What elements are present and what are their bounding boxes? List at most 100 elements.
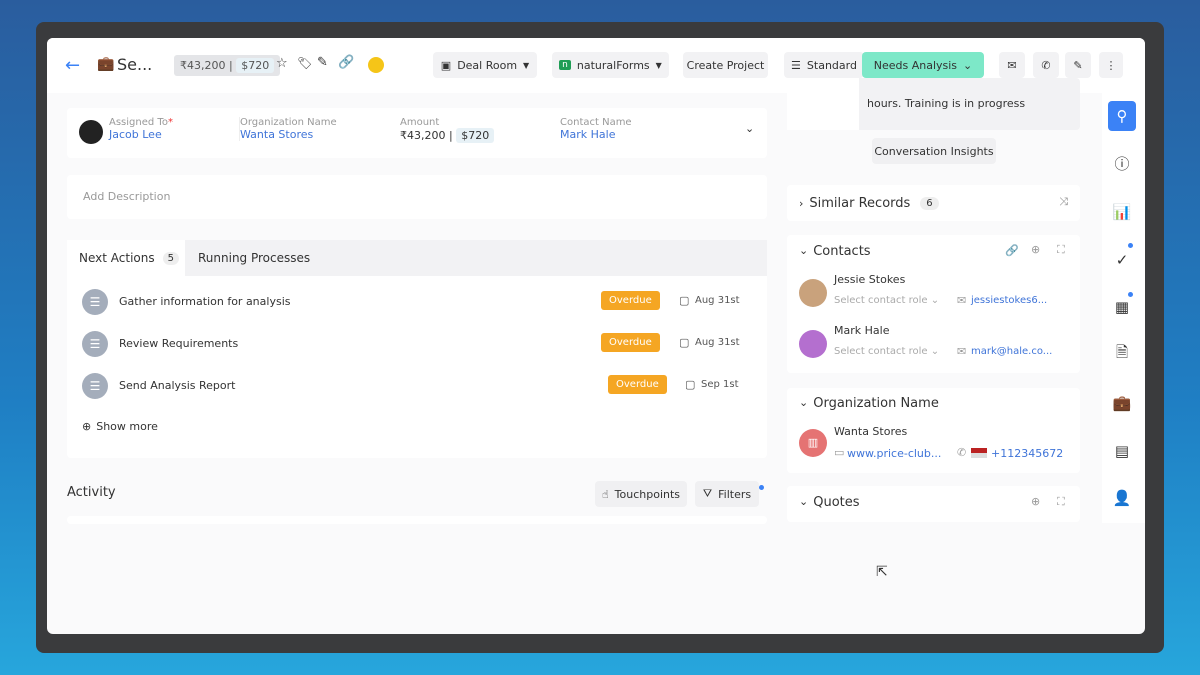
contact-link[interactable]: Mark Hale (560, 128, 632, 141)
similar-records-section[interactable]: › Similar Records 6 ⤨ (787, 185, 1080, 221)
calendar-dot (1128, 292, 1133, 297)
star-icon[interactable]: ☆ (276, 56, 288, 71)
amount-badge: ₹43,200 | $720 (174, 55, 281, 76)
status-badge: Overdue (601, 333, 660, 352)
rail-document-icon[interactable]: 🗎 (1108, 339, 1136, 369)
more-vertical-icon: ⋮ (1105, 58, 1117, 72)
rail-analytics-icon[interactable]: 📊 (1108, 197, 1136, 227)
action-title: Gather information for analysis (119, 295, 291, 308)
filter-indicator-dot (759, 485, 764, 490)
edit-icon[interactable]: ✎ (317, 55, 328, 70)
deal-page: ← 💼 Se... ₹43,200 | $720 ☆ 🏷 ✎ 🔗 ▣ Deal R… (47, 38, 1145, 634)
mail-icon: ✉ (957, 294, 967, 307)
insight-image (787, 78, 859, 130)
rail-user-check-icon[interactable]: 👤 (1108, 483, 1136, 513)
phone-icon: ✆ (957, 446, 967, 459)
status-badge: Overdue (601, 291, 660, 310)
mail-icon: ✉ (1007, 58, 1017, 72)
filters-button[interactable]: ⛛ Filters (695, 481, 759, 507)
deal-title: Se... (117, 55, 153, 74)
pipeline-button[interactable]: ☰ Standard (784, 52, 864, 78)
rail-invoice-icon[interactable]: ▤ (1108, 436, 1136, 466)
contact-role-select[interactable]: Select contact role ⌄ (834, 295, 939, 306)
mail-icon: ✉ (957, 345, 967, 358)
expand-icon[interactable]: ⛶ (1057, 495, 1065, 509)
organization-section: ⌄ Organization Name ▥ Wanta Stores ▭ www.… (787, 388, 1080, 473)
stage-button[interactable]: Needs Analysis ⌄ (862, 52, 984, 78)
rail-location-icon[interactable]: ⚲ (1108, 101, 1136, 131)
activity-list (67, 516, 767, 524)
tab-next-actions[interactable]: Next Actions 5 (67, 240, 185, 276)
side-rail: ⚲ ⓘ 📊 ✓ ▦ 🗎 💼 ▤ 👤 (1102, 93, 1145, 523)
chevron-down-icon[interactable]: ⌄ (799, 495, 808, 510)
rail-tasks-icon[interactable]: ✓ (1108, 245, 1136, 275)
building-icon: ▥ (799, 429, 827, 457)
deal-icon: 💼 (97, 56, 115, 72)
tag-icon[interactable]: 🏷 (297, 56, 312, 70)
contact-email-link[interactable]: mark@hale.co... (971, 346, 1052, 357)
natural-forms-button[interactable]: n naturalForms ▼ (552, 52, 669, 78)
chevron-down-icon[interactable]: ⌄ (799, 244, 808, 259)
email-button[interactable]: ✉ (999, 52, 1025, 78)
org-phone-link[interactable]: +112345672 (991, 447, 1063, 460)
insight-card: hours. Training is in progress (787, 78, 1080, 130)
action-row[interactable]: ☰ Gather information for analysis Overdu… (67, 282, 767, 322)
activity-title: Activity (67, 485, 116, 500)
org-field: Organization Name Wanta Stores (239, 117, 337, 141)
contact-item: Mark Hale Select contact role ⌄ ✉ mark@h… (787, 322, 1080, 368)
briefcase-icon: ▣ (440, 58, 452, 72)
link-icon[interactable]: 🔗 (338, 55, 354, 70)
assigned-to-link[interactable]: Jacob Lee (109, 128, 173, 141)
deal-room-button[interactable]: ▣ Deal Room ▼ (433, 52, 537, 78)
plus-circle-icon: ⊕ (82, 420, 92, 433)
show-more-button[interactable]: ⊕ Show more (82, 420, 158, 433)
create-project-button[interactable]: Create Project (683, 52, 768, 78)
natural-forms-logo-icon: n (559, 60, 571, 70)
task-list-icon: ☰ (82, 373, 108, 399)
contact-field: Contact Name Mark Hale (560, 117, 632, 141)
due-date: Aug 31st (695, 295, 740, 306)
due-date: Sep 1st (701, 379, 739, 390)
contact-role-select[interactable]: Select contact role ⌄ (834, 346, 939, 357)
link-icon[interactable]: 🔗 (1005, 244, 1019, 257)
call-button[interactable]: ✆ (1033, 52, 1059, 78)
contact-name[interactable]: Jessie Stokes (834, 273, 905, 286)
description-input[interactable]: Add Description (67, 175, 767, 219)
rail-briefcase-icon[interactable]: 💼 (1108, 388, 1136, 418)
expand-icon[interactable]: ⛶ (1057, 243, 1065, 257)
action-title: Send Analysis Report (119, 379, 236, 392)
tab-running-processes[interactable]: Running Processes (198, 251, 310, 265)
add-icon[interactable]: ⊕ (1031, 243, 1040, 256)
avatar (799, 330, 827, 358)
hand-pointer-icon: ☝ (601, 487, 609, 501)
sentiment-neutral-icon[interactable] (368, 57, 384, 73)
contact-item: Jessie Stokes Select contact role ⌄ ✉ je… (787, 271, 1080, 317)
edit-button[interactable]: ✎ (1065, 52, 1091, 78)
caret-down-icon: ▼ (523, 60, 530, 70)
chevron-down-icon[interactable]: ⌄ (799, 396, 808, 411)
contact-name[interactable]: Mark Hale (834, 324, 889, 337)
tasks-dot (1128, 243, 1133, 248)
amount-inr: ₹43,200 | (180, 59, 233, 72)
filter-icon: ⛛ (702, 487, 713, 500)
add-icon[interactable]: ⊕ (1031, 495, 1040, 508)
conversation-insights-button[interactable]: Conversation Insights (872, 138, 996, 164)
back-arrow-icon[interactable]: ← (65, 55, 80, 76)
web-icon: ▭ (834, 446, 845, 459)
expand-chevron-icon[interactable]: ⌄ (745, 122, 754, 135)
chevron-down-icon: ⌄ (963, 58, 973, 72)
org-website-link[interactable]: www.price-club... (847, 447, 941, 460)
touchpoints-button[interactable]: ☝ Touchpoints (595, 481, 687, 507)
action-row[interactable]: ☰ Review Requirements Overdue ▢ Aug 31st (67, 324, 767, 364)
contact-email-link[interactable]: jessiestokes6... (971, 295, 1047, 306)
action-row[interactable]: ☰ Send Analysis Report Overdue ▢ Sep 1st (67, 366, 767, 406)
pencil-icon: ✎ (1073, 58, 1083, 72)
rail-info-icon[interactable]: ⓘ (1108, 148, 1136, 178)
avatar (799, 279, 827, 307)
shuffle-icon[interactable]: ⤨ (1059, 195, 1068, 209)
summary-card: Assigned To* Jacob Lee Organization Name W… (67, 108, 767, 158)
due-date: Aug 31st (695, 337, 740, 348)
more-button[interactable]: ⋮ (1099, 52, 1123, 78)
org-link[interactable]: Wanta Stores (240, 128, 337, 141)
count-badge: 5 (162, 251, 179, 265)
